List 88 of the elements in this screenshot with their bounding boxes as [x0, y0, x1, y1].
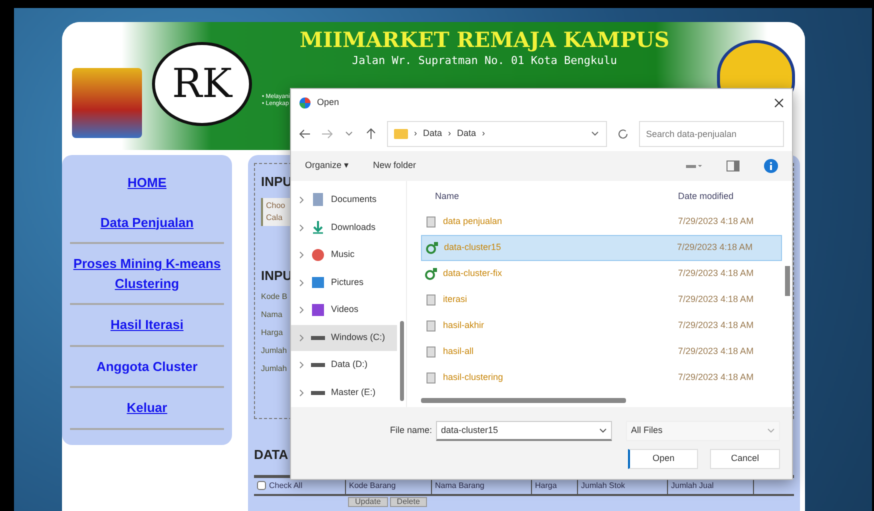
download-arrow-icon — [311, 220, 325, 234]
chooser-text: Choo — [266, 200, 286, 212]
file-name-field[interactable]: data-cluster15 — [436, 421, 612, 441]
nav-pane-item[interactable]: Master (E:) — [291, 380, 397, 406]
column-header[interactable]: Date modified — [678, 190, 782, 204]
spreadsheet-file-icon — [426, 242, 438, 254]
chevron-down-icon — [599, 426, 607, 434]
path-segment[interactable]: Data — [423, 127, 442, 141]
sidebar-link[interactable]: Anggota Cluster — [70, 346, 224, 388]
path-separator: › — [414, 127, 417, 140]
file-icon — [425, 294, 437, 306]
sidebar-link[interactable]: Data Penjualan — [70, 202, 224, 244]
folder-icon — [394, 129, 408, 139]
open-button[interactable]: Open — [628, 449, 698, 469]
spreadsheet-file-icon — [425, 268, 437, 280]
file-icon — [425, 320, 437, 332]
store-name: MIIMARKET REMAJA KAMPUS — [298, 28, 670, 52]
toolbar-button[interactable]: Organize ▾ — [305, 159, 350, 173]
row-action-button[interactable]: Delete — [390, 496, 427, 508]
refresh-icon[interactable] — [617, 128, 629, 140]
row-action-button[interactable]: Update — [348, 496, 388, 508]
sidebar-link[interactable]: Hasil Iterasi — [70, 305, 224, 346]
file-type-dropdown[interactable]: All Files — [626, 421, 780, 441]
file-row[interactable]: iterasi 7/29/2023 4:18 AM — [421, 287, 782, 313]
scrollbar-thumb[interactable] — [400, 321, 404, 401]
dialog-title: Open — [317, 96, 340, 110]
scrollbar-thumb[interactable] — [421, 398, 626, 403]
toolbar-button[interactable]: New folder — [373, 159, 416, 173]
music-icon — [311, 248, 325, 262]
sidebar-link[interactable]: Keluar — [70, 388, 224, 430]
document-icon — [311, 193, 325, 207]
check-all-checkbox[interactable] — [257, 480, 266, 490]
store-logo: RK — [152, 42, 252, 126]
chevron-down-icon — [767, 427, 775, 435]
up-arrow-icon[interactable] — [365, 128, 377, 140]
close-icon[interactable] — [774, 98, 784, 108]
nav-pane-item[interactable]: Windows (C:) — [291, 324, 397, 350]
product-photo-placeholder — [72, 68, 142, 138]
file-row[interactable]: data-cluster-fix 7/29/2023 4:18 AM — [421, 261, 782, 287]
form-label: Harga — [261, 327, 283, 339]
back-arrow-icon[interactable] — [299, 128, 311, 140]
chevron-right-icon — [299, 224, 305, 232]
column-label: Check All — [269, 480, 302, 490]
drive-icon — [311, 336, 325, 340]
chevron-right-icon — [299, 388, 305, 396]
nav-pane-item[interactable]: Data (D:) — [291, 352, 397, 378]
form-label: Jumlah — [261, 345, 287, 357]
file-row[interactable]: hasil-akhir 7/29/2023 4:18 AM — [421, 313, 782, 339]
chooser-text: Cala — [266, 212, 284, 224]
app-icon — [299, 97, 311, 109]
path-separator: › — [482, 127, 486, 140]
drive-icon — [311, 390, 325, 394]
file-icon — [425, 346, 437, 358]
chevron-right-icon — [299, 334, 305, 342]
address-bar[interactable]: › Data › Data › — [387, 121, 607, 147]
cancel-button[interactable]: Cancel — [710, 449, 780, 469]
chevron-right-icon — [299, 361, 305, 369]
file-row[interactable]: hasil-all 7/29/2023 4:18 AM — [421, 339, 782, 365]
file-name-label: File name: — [390, 424, 432, 438]
search-field[interactable]: Search data-penjualan — [639, 121, 784, 147]
sidebar-link[interactable]: Proses Mining K-means Clustering — [70, 244, 224, 305]
file-icon — [425, 216, 437, 228]
section-title: DATA — [254, 446, 288, 464]
path-segment[interactable]: Data — [457, 127, 476, 141]
forward-arrow-icon[interactable] — [321, 128, 333, 140]
form-label: Nama — [261, 309, 282, 321]
file-icon — [425, 372, 437, 384]
chevron-right-icon — [299, 306, 305, 314]
sidebar-link[interactable]: HOME — [70, 163, 224, 202]
file-row[interactable]: data penjualan 7/29/2023 4:18 AM — [421, 209, 782, 235]
drive-icon — [311, 363, 325, 367]
form-label: Jumlah — [261, 363, 287, 375]
path-separator: › — [448, 127, 452, 140]
nav-pane-item[interactable]: Videos — [291, 297, 397, 323]
chevron-right-icon — [299, 251, 305, 259]
help-icon[interactable] — [764, 159, 778, 173]
pictures-icon — [311, 276, 325, 290]
chevron-right-icon — [299, 278, 305, 286]
chevron-right-icon — [299, 196, 305, 204]
file-row[interactable]: hasil-clustering 7/29/2023 4:18 AM — [421, 365, 782, 391]
column-header[interactable]: Name — [435, 190, 678, 204]
nav-pane-item[interactable]: Music — [291, 242, 397, 268]
preview-pane-icon[interactable] — [726, 160, 740, 172]
video-icon — [311, 303, 325, 317]
scrollbar-thumb[interactable] — [785, 266, 790, 296]
nav-pane-item[interactable]: Pictures — [291, 270, 397, 296]
store-address: Jalan Wr. Supratman No. 01 Kota Bengkulu — [351, 53, 618, 70]
form-label: Kode B — [261, 291, 288, 303]
